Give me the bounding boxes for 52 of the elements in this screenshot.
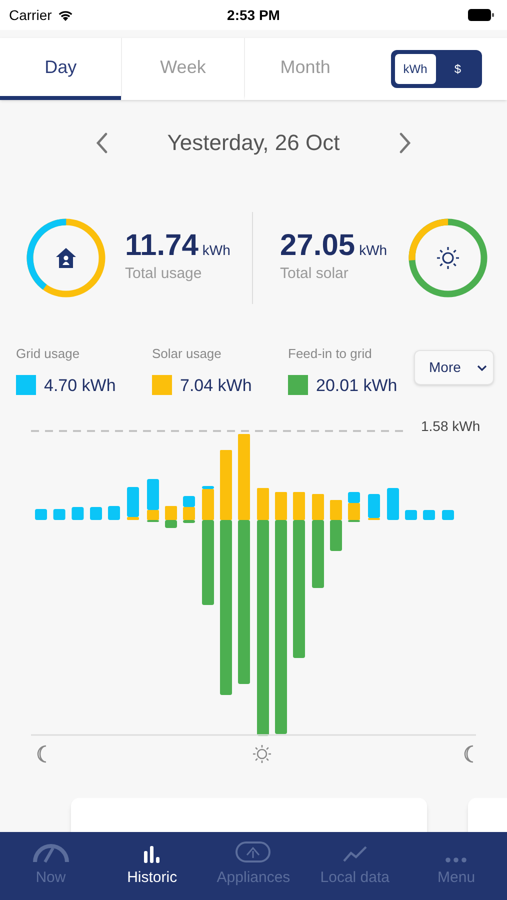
- legend-value: 20.01 kWh: [316, 374, 398, 396]
- period-tab[interactable]: Day: [0, 38, 122, 100]
- total-value: 11.74: [125, 229, 198, 264]
- sun-icon: [252, 744, 272, 764]
- total-label: Total usage: [125, 264, 203, 284]
- chart-bar: [387, 488, 399, 520]
- date-label: Yesterday, 26 Oct: [167, 129, 340, 157]
- more-dropdown[interactable]: More: [414, 350, 494, 385]
- chart-bar: [108, 506, 120, 520]
- nav-tab[interactable]: Historic: [101, 832, 203, 900]
- carrier-label: Carrier: [9, 6, 52, 24]
- period-tab[interactable]: Week: [121, 38, 244, 100]
- legend-label: Grid usage: [16, 345, 81, 363]
- legend-label: Feed-in to grid: [288, 345, 373, 363]
- clock-label: 2:53 PM: [227, 6, 280, 24]
- unit-label: kWh: [359, 241, 388, 260]
- appliance-icon: [235, 840, 272, 862]
- chart-bar: [90, 507, 102, 520]
- nav-tab[interactable]: Local data: [304, 832, 406, 900]
- unit-option[interactable]: $: [438, 54, 478, 84]
- legend-value: 7.04 kWh: [180, 374, 252, 396]
- chart-bar: [405, 510, 417, 520]
- moon-icon: [464, 745, 474, 763]
- more-dots-icon: [445, 856, 468, 862]
- chart-bar: [35, 509, 47, 520]
- nav-tab[interactable]: Appliances: [202, 832, 304, 900]
- battery-icon: [468, 9, 494, 21]
- chevron-right-icon[interactable]: [398, 132, 412, 154]
- total-label: Total solar: [280, 264, 350, 284]
- moon-icon: [37, 745, 47, 763]
- reference-value-label: 1.58 kWh: [421, 417, 480, 436]
- nav-tab[interactable]: Now: [0, 832, 102, 900]
- trend-line-icon: [342, 844, 368, 862]
- unit-option[interactable]: kWh: [395, 54, 436, 84]
- chart-bar: [53, 509, 66, 520]
- bar-chart-icon: [142, 844, 162, 862]
- total-value: 27.05: [280, 229, 356, 264]
- chevron-left-icon[interactable]: [95, 132, 110, 154]
- chart-bar: [72, 507, 84, 520]
- sun-icon: [436, 246, 460, 270]
- caret-icon: [477, 364, 487, 370]
- nav-tab[interactable]: Menu: [406, 832, 507, 900]
- chart-bar: [442, 510, 454, 520]
- unit-label: kWh: [202, 241, 230, 260]
- chart-bar: [423, 510, 435, 520]
- house-icon: [55, 246, 77, 268]
- wifi-icon: [56, 9, 74, 21]
- chart-bar: [183, 496, 195, 507]
- legend-value: 4.70 kWh: [44, 374, 116, 396]
- gauge-icon: [32, 842, 70, 862]
- period-tab[interactable]: Month: [244, 38, 366, 100]
- legend-label: Solar usage: [152, 345, 222, 363]
